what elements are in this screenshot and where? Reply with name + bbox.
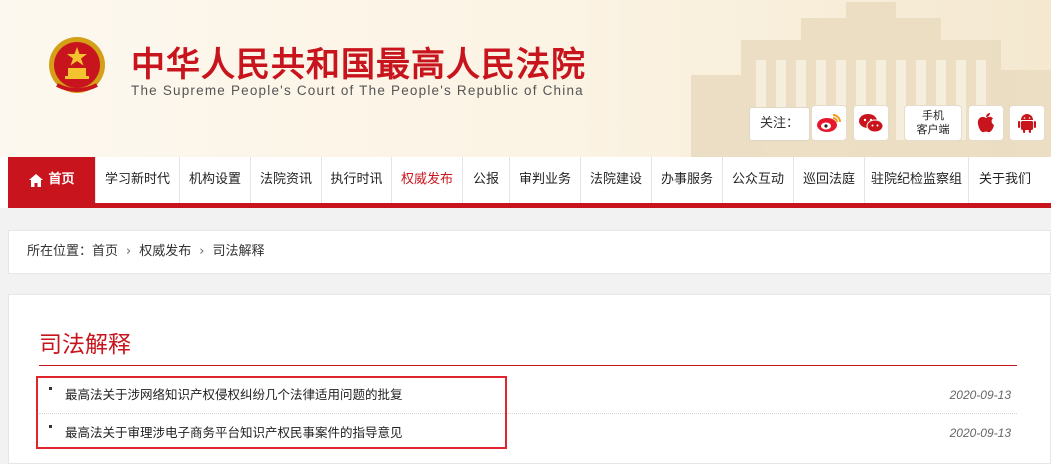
follow-label: 关注： [749, 107, 810, 141]
list-item: 最高法关于涉网络知识产权侵权纠纷几个法律适用问题的批复 2020-09-13 [39, 376, 1017, 414]
national-emblem-logo [49, 37, 105, 93]
nav-item-circuit-court[interactable]: 巡回法庭 [794, 157, 865, 203]
nav-item-court-building[interactable]: 法院建设 [581, 157, 652, 203]
main-nav: 首页 学习新时代 机构设置 法院资讯 执行时讯 权威发布 公报 审判业务 法院建… [0, 157, 1051, 208]
apple-button[interactable] [968, 105, 1004, 141]
nav-item-home[interactable]: 首页 [8, 157, 96, 203]
android-icon [1018, 114, 1036, 133]
chevron-right-icon: › [126, 244, 132, 259]
site-subtitle: The Supreme People's Court of The People… [131, 83, 584, 98]
nav-item-organization[interactable]: 机构设置 [180, 157, 251, 203]
nav-underline [8, 203, 1051, 208]
article-link[interactable]: 最高法关于审理涉电子商务平台知识产权民事案件的指导意见 [65, 414, 403, 452]
nav-item-execution-news[interactable]: 执行时讯 [322, 157, 392, 203]
nav-item-study[interactable]: 学习新时代 [96, 157, 180, 203]
article-date: 2020-09-13 [949, 426, 1011, 440]
nav-item-services[interactable]: 办事服务 [652, 157, 723, 203]
site-header: 中华人民共和国最高人民法院 The Supreme People's Court… [0, 0, 1051, 157]
section-divider [39, 365, 1017, 366]
content-panel: 司法解释 最高法关于涉网络知识产权侵权纠纷几个法律适用问题的批复 2020-09… [8, 294, 1051, 464]
wechat-icon [859, 114, 884, 133]
nav-item-label: 首页 [48, 172, 75, 187]
nav-item-trial-business[interactable]: 审判业务 [510, 157, 581, 203]
bullet-icon [49, 425, 52, 428]
article-date: 2020-09-13 [949, 388, 1011, 402]
android-button[interactable] [1009, 105, 1045, 141]
home-icon [29, 173, 44, 187]
wechat-button[interactable] [853, 105, 889, 141]
nav-item-about-us[interactable]: 关于我们 [969, 157, 1041, 203]
site-title: 中华人民共和国最高人民法院 [131, 45, 586, 85]
nav-left-spacer [0, 157, 8, 208]
article-list: 最高法关于涉网络知识产权侵权纠纷几个法律适用问题的批复 2020-09-13 最… [39, 376, 1017, 452]
breadcrumb-home[interactable]: 首页 [92, 244, 118, 259]
nav-items: 首页 学习新时代 机构设置 法院资讯 执行时讯 权威发布 公报 审判业务 法院建… [8, 157, 1041, 203]
mobile-label-line1: 手机 [922, 109, 944, 122]
article-link[interactable]: 最高法关于涉网络知识产权侵权纠纷几个法律适用问题的批复 [65, 376, 403, 414]
nav-item-court-news[interactable]: 法院资讯 [251, 157, 322, 203]
breadcrumb-authority-release[interactable]: 权威发布 [139, 244, 191, 259]
weibo-button[interactable] [811, 105, 847, 141]
mobile-label-line2: 客户端 [916, 123, 950, 136]
apple-icon [977, 113, 994, 133]
nav-item-public-interaction[interactable]: 公众互动 [723, 157, 794, 203]
weibo-icon [817, 114, 841, 132]
nav-item-discipline-group[interactable]: 驻院纪检监察组 [865, 157, 969, 203]
nav-item-authority-release[interactable]: 权威发布 [392, 157, 463, 203]
section-title: 司法解释 [39, 332, 131, 358]
bullet-icon [49, 387, 52, 390]
breadcrumb-current: 司法解释 [212, 244, 265, 259]
mobile-client-button[interactable]: 手机 客户端 [904, 105, 962, 141]
breadcrumb: 所在位置：首页 › 权威发布 › 司法解释 [8, 230, 1051, 274]
list-item: 最高法关于审理涉电子商务平台知识产权民事案件的指导意见 2020-09-13 [39, 414, 1017, 452]
breadcrumb-prefix: 所在位置： [27, 244, 93, 259]
nav-item-gazette[interactable]: 公报 [463, 157, 510, 203]
chevron-right-icon: › [199, 244, 205, 259]
